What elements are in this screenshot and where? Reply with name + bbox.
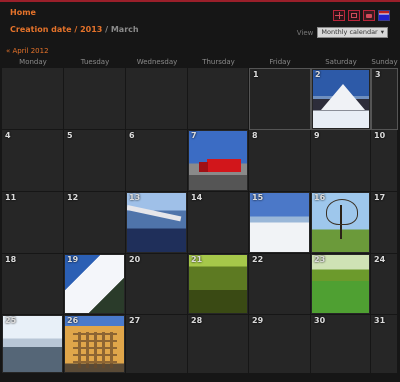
day-number: 27 <box>129 316 141 325</box>
calendar-empty-cell <box>188 68 249 130</box>
day-number: 12 <box>67 193 79 202</box>
expand-icon[interactable] <box>333 10 345 21</box>
weekday-label: Sunday <box>371 58 398 66</box>
day-number: 3 <box>375 70 381 79</box>
calendar-day-7[interactable]: 7 <box>188 130 249 192</box>
calendar-empty-cell <box>2 68 64 130</box>
view-select-value: Monthly calendar <box>321 28 378 36</box>
day-number: 10 <box>374 131 386 140</box>
day-number: 29 <box>252 316 264 325</box>
calendar-day-1: 1 <box>249 68 311 130</box>
calendar-day-14: 14 <box>188 192 249 254</box>
calendar-day-17: 17 <box>371 192 398 254</box>
day-number: 17 <box>374 193 386 202</box>
calendar-day-29: 29 <box>249 315 311 374</box>
day-number: 5 <box>67 131 73 140</box>
weekday-label: Wednesday <box>136 58 178 66</box>
day-number: 24 <box>374 255 386 264</box>
calendar-grid: 1 2 3 4 5 6 7 8 9 10 11 12 13 14 15 16 17 18 19 20 21 22 23 24 2… <box>2 68 398 374</box>
calendar-day-20: 20 <box>126 254 188 315</box>
calendar-day-2[interactable]: 2 <box>311 68 371 130</box>
weekday-label: Monday <box>19 58 47 66</box>
day-number: 2 <box>315 70 321 79</box>
slideshow-icon[interactable] <box>363 10 375 21</box>
breadcrumb-separator: / <box>102 25 111 34</box>
day-number: 31 <box>374 316 386 325</box>
breadcrumb: Creation date / 2013 / March <box>10 25 139 34</box>
collapse-icon[interactable] <box>348 10 360 21</box>
calendar-day-11: 11 <box>2 192 64 254</box>
flag-icon[interactable] <box>378 10 390 21</box>
calendar-day-5: 5 <box>64 130 126 192</box>
photo-thumbnail[interactable] <box>189 131 247 190</box>
calendar-day-6: 6 <box>126 130 188 192</box>
calendar-day-10: 10 <box>371 130 398 192</box>
day-number: 4 <box>5 131 11 140</box>
chevron-down-icon: ▾ <box>380 28 384 36</box>
calendar-day-13[interactable]: 13 <box>126 192 188 254</box>
calendar-day-31: 31 <box>371 315 398 374</box>
day-number: 11 <box>5 193 17 202</box>
home-link[interactable]: Home <box>10 8 36 17</box>
view-select[interactable]: Monthly calendar ▾ <box>317 27 388 38</box>
day-number: 21 <box>191 255 203 264</box>
breadcrumb-month: March <box>110 25 139 34</box>
calendar-empty-cell <box>64 68 126 130</box>
day-number: 8 <box>252 131 258 140</box>
day-number: 15 <box>252 193 264 202</box>
calendar-day-12: 12 <box>64 192 126 254</box>
calendar-day-27: 27 <box>126 315 188 374</box>
view-label: View <box>296 28 314 37</box>
calendar-day-24: 24 <box>371 254 398 315</box>
calendar-day-19[interactable]: 19 <box>64 254 126 315</box>
calendar-day-22: 22 <box>249 254 311 315</box>
calendar-empty-cell <box>126 68 188 130</box>
day-number: 7 <box>191 131 197 140</box>
day-number: 26 <box>67 316 79 325</box>
weekday-label: Friday <box>269 58 291 66</box>
calendar-day-21[interactable]: 21 <box>188 254 249 315</box>
day-number: 25 <box>5 316 17 325</box>
weekday-label: Saturday <box>325 58 357 66</box>
calendar-page: Home Creation date / 2013 / March View M… <box>0 0 400 382</box>
calendar-day-16[interactable]: 16 <box>311 192 371 254</box>
calendar-day-28: 28 <box>188 315 249 374</box>
previous-month-link[interactable]: « April 2012 <box>6 47 49 55</box>
toolbar-icons <box>333 10 390 21</box>
day-number: 20 <box>129 255 141 264</box>
calendar-day-15[interactable]: 15 <box>249 192 311 254</box>
day-number: 16 <box>314 193 326 202</box>
calendar-day-26[interactable]: 26 <box>64 315 126 374</box>
weekday-label: Tuesday <box>80 58 110 66</box>
calendar-day-4: 4 <box>2 130 64 192</box>
day-number: 28 <box>191 316 203 325</box>
day-number: 19 <box>67 255 79 264</box>
calendar-day-25[interactable]: 25 <box>2 315 64 374</box>
view-selector: View Monthly calendar ▾ <box>297 27 388 38</box>
day-number: 14 <box>191 193 203 202</box>
breadcrumb-separator: / <box>71 25 81 34</box>
calendar-day-18: 18 <box>2 254 64 315</box>
weekday-label: Thursday <box>202 58 235 66</box>
calendar-day-23[interactable]: 23 <box>311 254 371 315</box>
day-number: 1 <box>253 70 259 79</box>
day-number: 23 <box>314 255 326 264</box>
calendar-day-9: 9 <box>311 130 371 192</box>
day-number: 6 <box>129 131 135 140</box>
day-number: 9 <box>314 131 320 140</box>
day-number: 13 <box>129 193 141 202</box>
day-number: 30 <box>314 316 326 325</box>
calendar-day-30: 30 <box>311 315 371 374</box>
breadcrumb-year[interactable]: 2013 <box>80 25 102 34</box>
day-number: 18 <box>5 255 17 264</box>
calendar-day-3: 3 <box>371 68 398 130</box>
photo-thumbnail[interactable] <box>313 70 369 128</box>
calendar-day-8: 8 <box>249 130 311 192</box>
day-number: 22 <box>252 255 264 264</box>
breadcrumb-creation-date[interactable]: Creation date <box>10 25 72 34</box>
